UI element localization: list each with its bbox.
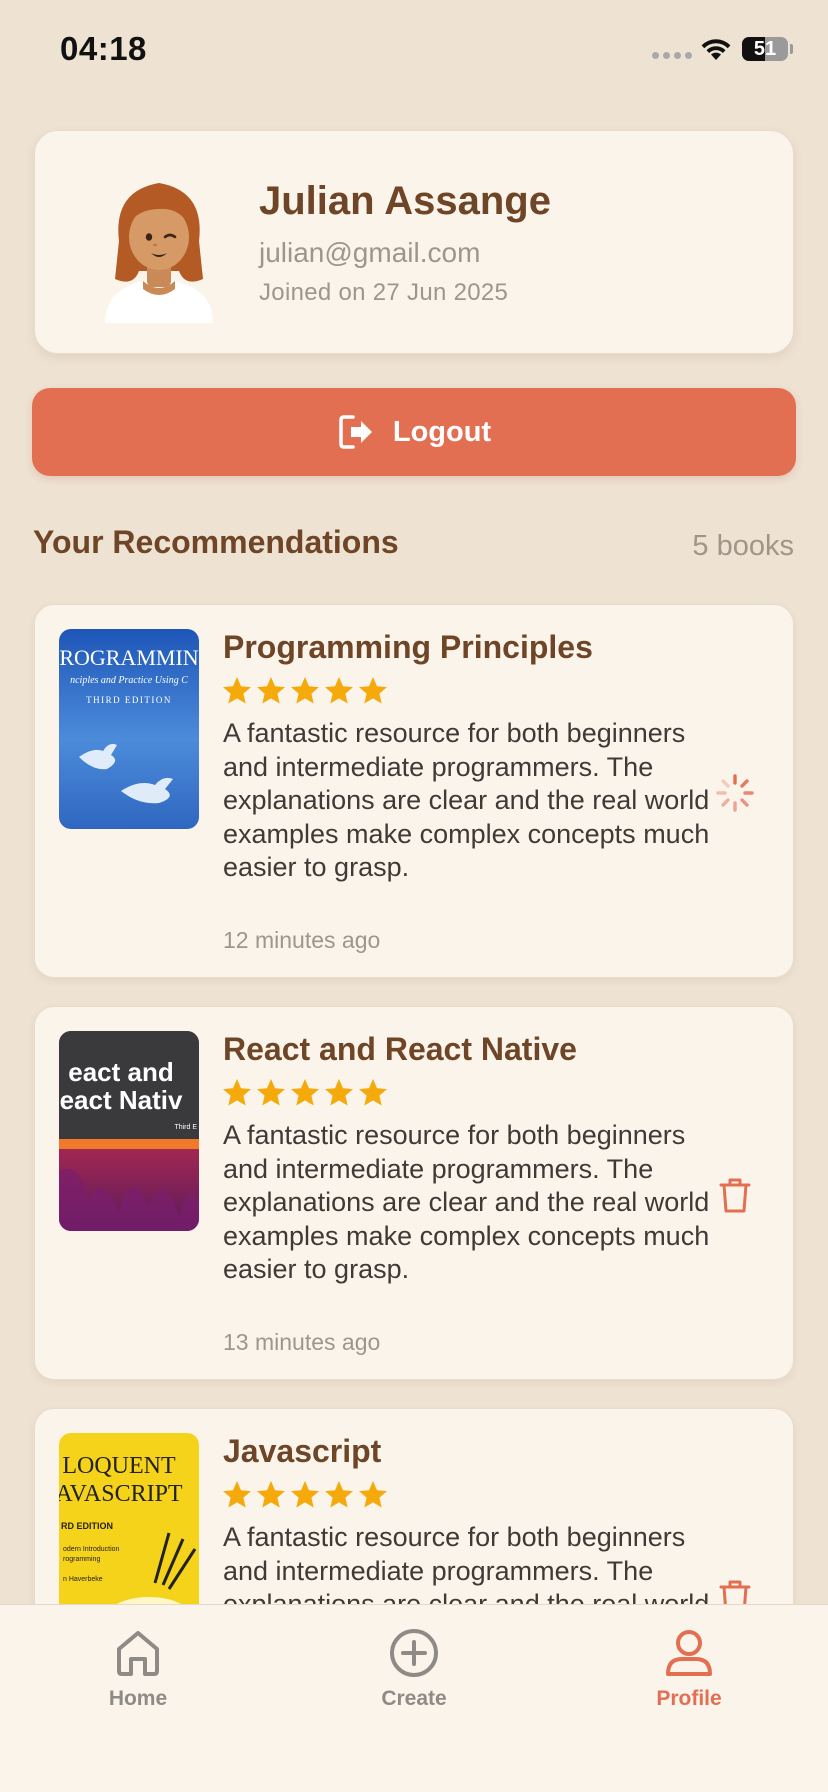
star-icon — [257, 677, 285, 704]
star-icon — [291, 677, 319, 704]
recommendation-card: eact and eact Nativ Third E React and Re… — [34, 1006, 794, 1380]
star-rating — [221, 675, 389, 707]
svg-text:eact Nativ: eact Nativ — [60, 1085, 183, 1115]
status-bar: 04:18 51 — [0, 0, 828, 100]
star-icon — [223, 677, 251, 704]
svg-text:n Haverbeke: n Haverbeke — [63, 1576, 103, 1583]
home-icon — [117, 1631, 159, 1676]
book-title: Programming Principles — [223, 629, 593, 665]
star-icon — [291, 1079, 319, 1106]
star-icon — [257, 1481, 285, 1508]
recommendations-count: 5 books — [692, 530, 794, 562]
profile-joined-date: Joined on 27 Jun 2025 — [259, 279, 509, 306]
battery-icon: 51 — [742, 37, 788, 61]
tab-label: Home — [108, 1687, 168, 1710]
star-icon — [359, 677, 387, 704]
trash-icon[interactable] — [715, 1175, 755, 1215]
tab-label: Profile — [656, 1687, 722, 1710]
recommendation-card: ROGRAMMIN nciples and Practice Using C T… — [34, 604, 794, 978]
tab-label: Create — [381, 1687, 447, 1710]
svg-text:Third E: Third E — [174, 1124, 197, 1131]
logout-label: Logout — [392, 415, 492, 448]
book-cover-image: eact and eact Nativ Third E — [59, 1031, 199, 1231]
profile-screen: 04:18 51 Julian Assange julian@gmail.com… — [0, 0, 828, 1792]
star-icon — [291, 1481, 319, 1508]
svg-text:AVASCRIPT: AVASCRIPT — [59, 1481, 183, 1507]
profile-icon — [666, 1630, 712, 1676]
tab-create[interactable]: Create — [344, 1627, 484, 1711]
star-icon — [359, 1079, 387, 1106]
status-time: 04:18 — [60, 30, 147, 67]
star-icon — [359, 1481, 387, 1508]
book-title: React and React Native — [223, 1031, 577, 1067]
svg-text:rogramming: rogramming — [63, 1556, 100, 1563]
book-title: Javascript — [223, 1433, 382, 1469]
plus-circle-icon — [390, 1629, 438, 1677]
tab-profile[interactable]: Profile — [619, 1627, 759, 1711]
book-cover-image: ROGRAMMIN nciples and Practice Using C T… — [59, 629, 199, 829]
star-icon — [223, 1481, 251, 1508]
loading-spinner-icon — [716, 774, 754, 812]
star-icon — [325, 1079, 353, 1106]
book-cover-image: LOQUENT AVASCRIPT RD EDITION odern Intro… — [59, 1433, 199, 1633]
logout-icon — [339, 415, 372, 449]
svg-text:RD EDITION: RD EDITION — [61, 1521, 113, 1531]
profile-name: Julian Assange — [259, 179, 551, 223]
svg-text:THIRD EDITION: THIRD EDITION — [86, 695, 172, 705]
star-icon — [223, 1079, 251, 1106]
battery-level: 51 — [753, 38, 777, 60]
battery-tip — [790, 44, 793, 54]
tab-home[interactable]: Home — [68, 1627, 208, 1711]
recommendation-time: 12 minutes ago — [223, 927, 381, 953]
wifi-icon — [701, 39, 731, 60]
svg-text:odern Introduction: odern Introduction — [63, 1546, 120, 1553]
svg-text:nciples and Practice Using C: nciples and Practice Using C — [70, 675, 188, 686]
profile-email: julian@gmail.com — [259, 237, 481, 268]
svg-text:eact and: eact and — [68, 1057, 174, 1087]
recommendation-text: A fantastic resource for both beginners … — [223, 1120, 710, 1284]
profile-card: Julian Assange julian@gmail.com Joined o… — [34, 130, 794, 354]
svg-text:ROGRAMMIN: ROGRAMMIN — [59, 645, 198, 670]
star-icon — [325, 677, 353, 704]
star-rating — [221, 1077, 389, 1109]
star-rating — [221, 1479, 389, 1511]
recommendations-title: Your Recommendations — [33, 524, 399, 560]
bottom-tab-bar: Home Create Profile — [0, 1604, 828, 1792]
avatar — [105, 183, 213, 323]
recommendation-time: 13 minutes ago — [223, 1329, 381, 1355]
star-icon — [257, 1079, 285, 1106]
cellular-signal-icon — [652, 52, 692, 59]
star-icon — [325, 1481, 353, 1508]
svg-text:LOQUENT: LOQUENT — [62, 1453, 176, 1479]
recommendation-text: A fantastic resource for both beginners … — [223, 718, 710, 882]
logout-button[interactable]: Logout — [32, 388, 796, 476]
